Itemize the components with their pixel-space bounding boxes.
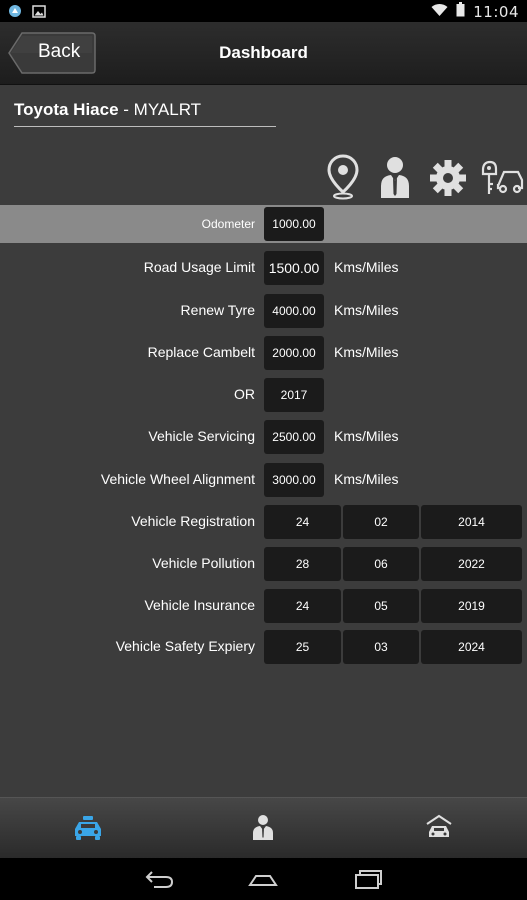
- vehicle-safety-expiry-label: Vehicle Safety Expiery: [115, 638, 255, 654]
- renew-tyre-unit: Kms/Miles: [334, 302, 399, 318]
- vehicle-make: Toyota Hiace: [14, 100, 119, 119]
- row-replace-cambelt: Replace Cambelt 2000.00 Kms/Miles: [0, 334, 527, 372]
- renew-tyre-input[interactable]: 4000.00: [264, 294, 324, 328]
- clock: 11:04: [473, 2, 519, 21]
- row-vehicle-servicing: Vehicle Servicing 2500.00 Kms/Miles: [0, 418, 527, 456]
- recents-nav-icon[interactable]: [353, 868, 385, 890]
- bottom-tab-bar: [0, 797, 527, 859]
- safety-month[interactable]: 03: [343, 630, 419, 664]
- or-label: OR: [234, 386, 255, 402]
- pollution-year[interactable]: 2022: [421, 547, 522, 581]
- wifi-icon: [431, 3, 448, 21]
- car-keys-icon[interactable]: [478, 154, 524, 200]
- row-vehicle-safety-expiry: Vehicle Safety Expiery 25 03 2024: [0, 628, 527, 666]
- replace-cambelt-label: Replace Cambelt: [147, 344, 255, 360]
- image-notification-icon: [32, 3, 46, 22]
- pollution-month[interactable]: 06: [343, 547, 419, 581]
- row-or: OR 2017: [0, 376, 527, 414]
- app-notification-icon: [8, 3, 22, 22]
- vehicle-title[interactable]: Toyota Hiace - MYALRT: [14, 100, 276, 127]
- safety-year[interactable]: 2024: [421, 630, 522, 664]
- vehicle-servicing-unit: Kms/Miles: [334, 428, 399, 444]
- odometer-label: Odometer: [201, 217, 255, 231]
- vehicle-insurance-label: Vehicle Insurance: [144, 597, 255, 613]
- renew-tyre-label: Renew Tyre: [180, 302, 255, 318]
- vehicle-servicing-input[interactable]: 2500.00: [264, 420, 324, 454]
- safety-day[interactable]: 25: [264, 630, 341, 664]
- system-navigation-bar: [0, 858, 527, 900]
- road-usage-limit-input[interactable]: 1500.00: [264, 251, 324, 285]
- road-usage-limit-label: Road Usage Limit: [143, 259, 255, 275]
- replace-cambelt-input[interactable]: 2000.00: [264, 336, 324, 370]
- row-road-usage-limit: Road Usage Limit 1500.00 Kms/Miles: [0, 249, 527, 287]
- insurance-year[interactable]: 2019: [421, 589, 522, 623]
- row-wheel-alignment: Vehicle Wheel Alignment 3000.00 Kms/Mile…: [0, 461, 527, 499]
- driver-icon[interactable]: [248, 812, 278, 842]
- vehicle-registration-label: Vehicle Registration: [131, 513, 255, 529]
- vehicle-pollution-label: Vehicle Pollution: [152, 555, 255, 571]
- battery-icon: [456, 2, 465, 21]
- location-pin-icon[interactable]: [326, 154, 366, 200]
- wheel-alignment-label: Vehicle Wheel Alignment: [100, 471, 255, 487]
- road-usage-limit-unit: Kms/Miles: [334, 259, 399, 275]
- header-bar: Back Dashboard: [0, 22, 527, 85]
- cambelt-year-input[interactable]: 2017: [264, 378, 324, 412]
- wheel-alignment-input[interactable]: 3000.00: [264, 463, 324, 497]
- vehicle-servicing-label: Vehicle Servicing: [148, 428, 255, 444]
- status-bar-notifications: [8, 3, 46, 22]
- replace-cambelt-unit: Kms/Miles: [334, 344, 399, 360]
- vehicle-registration: MYALRT: [133, 100, 202, 119]
- gear-icon[interactable]: [428, 154, 468, 200]
- back-nav-icon[interactable]: [144, 868, 176, 890]
- registration-month[interactable]: 02: [343, 505, 419, 539]
- row-vehicle-registration: Vehicle Registration 24 02 2014: [0, 503, 527, 541]
- car-icon[interactable]: [73, 812, 103, 842]
- vehicle-separator: -: [118, 100, 134, 119]
- insurance-day[interactable]: 24: [264, 589, 341, 623]
- wheel-alignment-unit: Kms/Miles: [334, 471, 399, 487]
- registration-year[interactable]: 2014: [421, 505, 522, 539]
- registration-day[interactable]: 24: [264, 505, 341, 539]
- home-nav-icon[interactable]: [247, 868, 279, 890]
- row-odometer: Odometer 1000.00: [0, 205, 527, 243]
- row-vehicle-insurance: Vehicle Insurance 24 05 2019: [0, 587, 527, 625]
- status-bar: 11:04: [0, 0, 527, 22]
- row-vehicle-pollution: Vehicle Pollution 28 06 2022: [0, 545, 527, 583]
- status-bar-system: 11:04: [431, 2, 519, 21]
- person-icon[interactable]: [378, 154, 418, 200]
- pollution-day[interactable]: 28: [264, 547, 341, 581]
- toolbar-icons: [326, 154, 524, 202]
- insurance-month[interactable]: 05: [343, 589, 419, 623]
- odometer-value[interactable]: 1000.00: [264, 207, 324, 241]
- page-title: Dashboard: [219, 43, 308, 62]
- garage-icon[interactable]: [424, 812, 454, 842]
- row-renew-tyre: Renew Tyre 4000.00 Kms/Miles: [0, 292, 527, 330]
